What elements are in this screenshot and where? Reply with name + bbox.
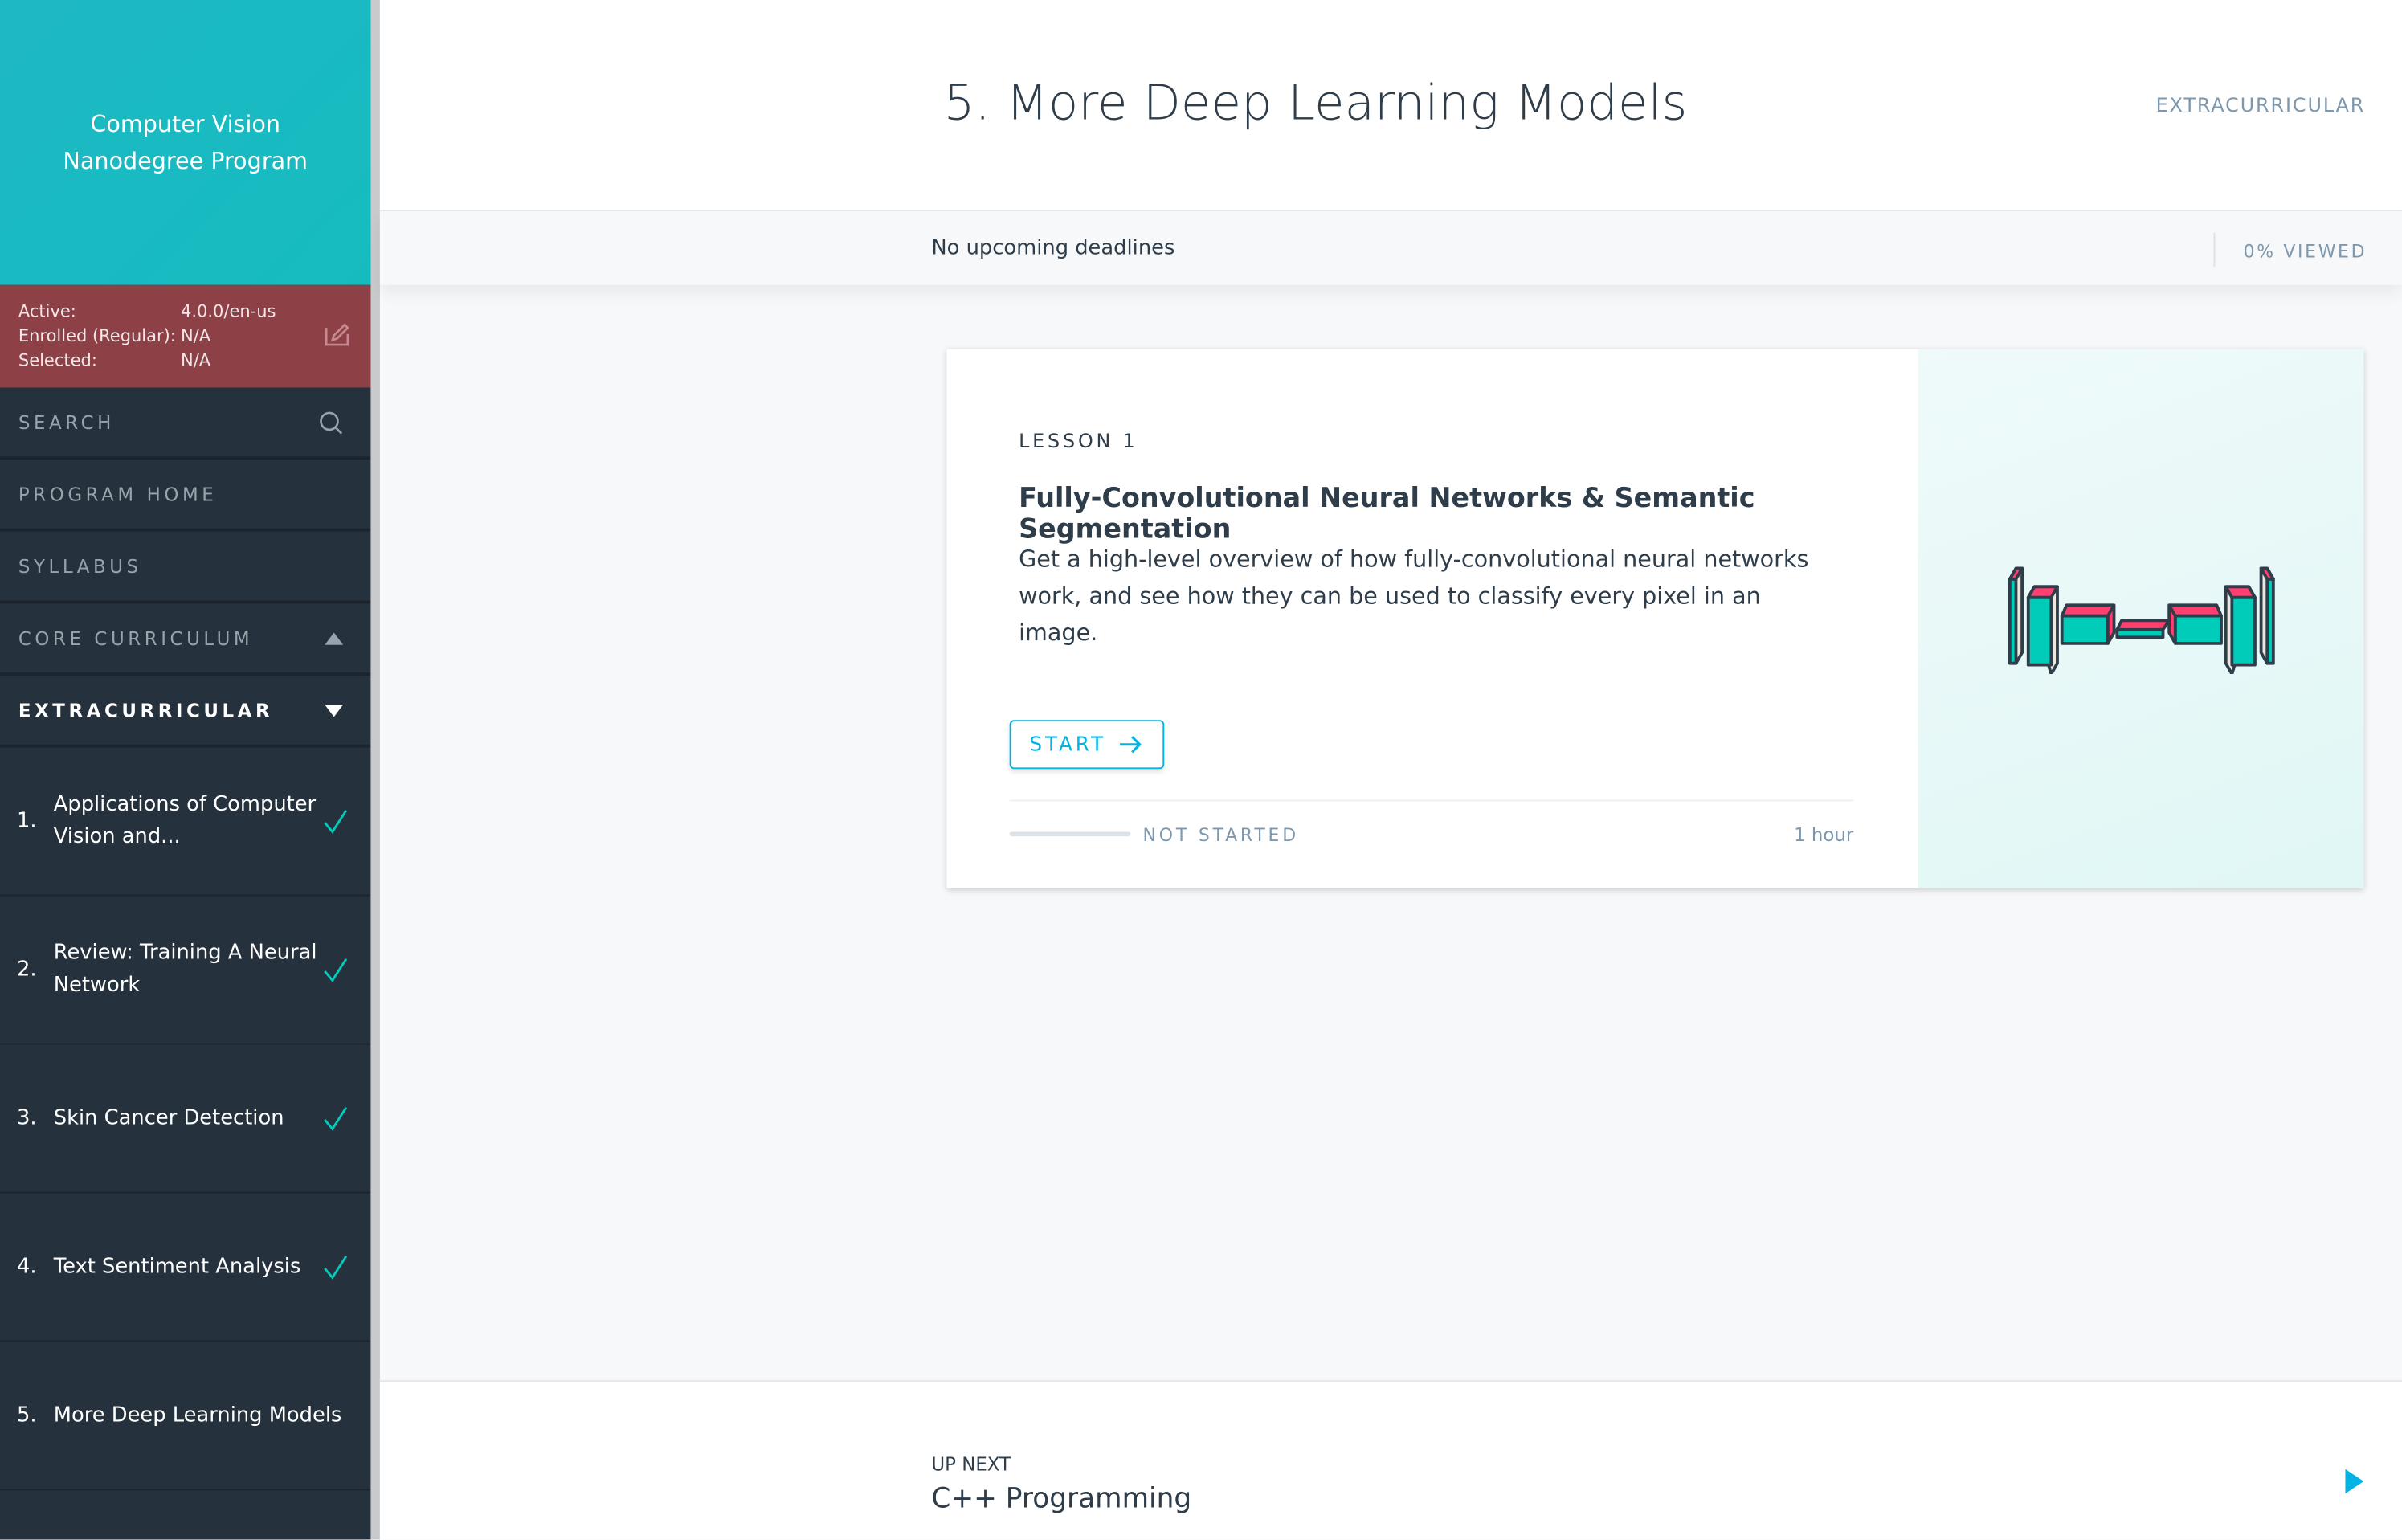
nav-program-home[interactable]: PROGRAM HOME xyxy=(0,460,371,532)
status-bar: No upcoming deadlines 0% VIEWED xyxy=(379,211,2402,285)
sidebar-scrollbar[interactable] xyxy=(370,0,380,1540)
lesson-number: 3. xyxy=(16,1105,37,1130)
edit-icon[interactable] xyxy=(325,321,349,346)
nav-extracurricular[interactable]: EXTRACURRICULAR xyxy=(0,676,371,748)
arrow-right-icon xyxy=(1120,736,1142,754)
up-next-label: UP NEXT xyxy=(931,1453,1011,1476)
start-label: START xyxy=(1029,733,1106,757)
lesson-number: 2. xyxy=(16,956,37,982)
check-icon xyxy=(324,1106,348,1131)
lesson-title: Applications of Computer Vision and... xyxy=(53,791,317,849)
main-content: 5. More Deep Learning Models EXTRACURRIC… xyxy=(379,0,2402,1540)
lesson-number: 1. xyxy=(16,807,37,833)
nav-label: PROGRAM HOME xyxy=(18,483,218,505)
env-key: Selected: xyxy=(18,350,97,371)
nav-label: EXTRACURRICULAR xyxy=(18,699,274,721)
nav-label: CORE CURRICULUM xyxy=(18,627,254,649)
lesson-title: More Deep Learning Models xyxy=(53,1402,342,1428)
program-subtitle: Nanodegree Program xyxy=(63,147,308,175)
sidebar-lesson-item[interactable]: 1. Applications of Computer Vision and... xyxy=(0,748,371,897)
sidebar-lesson-item[interactable]: 2. Review: Training A Neural Network xyxy=(0,897,371,1045)
lesson-title: Review: Training A Neural Network xyxy=(53,940,317,998)
lesson-status: NOT STARTED xyxy=(1142,823,1299,846)
env-value: 4.0.0/en-us xyxy=(181,301,276,322)
search-icon[interactable] xyxy=(319,410,344,435)
search-nav[interactable]: SEARCH xyxy=(0,387,371,460)
lesson-label: LESSON 1 xyxy=(1019,428,1138,452)
lesson-illustration xyxy=(1918,349,2364,889)
lesson-title[interactable]: Fully-Convolutional Neural Networks & Se… xyxy=(1019,484,1918,545)
check-icon xyxy=(324,1255,348,1280)
network-diagram-icon xyxy=(2007,566,2274,675)
env-key: Active: xyxy=(18,301,76,322)
caret-up-icon xyxy=(325,631,344,644)
divider xyxy=(2213,232,2216,267)
page-title: 5. More Deep Learning Models xyxy=(943,73,1688,132)
lesson-title: Skin Cancer Detection xyxy=(53,1105,284,1130)
divider xyxy=(1009,799,1854,802)
program-title: Computer Vision xyxy=(90,110,281,138)
env-key: Enrolled (Regular): xyxy=(18,326,176,346)
caret-down-icon xyxy=(325,704,344,717)
next-title[interactable]: C++ Programming xyxy=(931,1483,1191,1515)
lesson-number: 4. xyxy=(16,1253,37,1279)
deadlines-text: No upcoming deadlines xyxy=(931,235,1175,261)
lesson-duration: 1 hour xyxy=(1794,823,1854,846)
sidebar-lesson-item[interactable]: 4. Text Sentiment Analysis xyxy=(0,1193,371,1342)
section-tag: EXTRACURRICULAR xyxy=(2155,93,2366,116)
nav-label: SYLLABUS xyxy=(18,555,142,577)
viewed-percent: 0% VIEWED xyxy=(2243,240,2367,263)
environment-info: Active: 4.0.0/en-us Enrolled (Regular): N/… xyxy=(0,284,371,388)
lesson-description: Get a high-level overview of how fully-c… xyxy=(1019,545,1809,647)
up-next-footer[interactable]: UP NEXT C++ Programming xyxy=(379,1380,2402,1540)
progress-bar xyxy=(1009,831,1131,837)
nav-syllabus[interactable]: SYLLABUS xyxy=(0,532,371,604)
lesson-card: LESSON 1 Fully-Convolutional Neural Netw… xyxy=(946,349,2364,889)
sidebar-lesson-item[interactable]: 5. More Deep Learning Models xyxy=(0,1342,371,1491)
sidebar: Computer Vision Nanodegree Program Active… xyxy=(0,0,371,1540)
check-icon xyxy=(324,958,348,982)
check-icon xyxy=(324,809,348,834)
sidebar-lesson-item[interactable]: 3. Skin Cancer Detection xyxy=(0,1045,371,1194)
play-next-icon[interactable] xyxy=(2345,1469,2364,1494)
search-label: SEARCH xyxy=(18,411,115,433)
nav-core-curriculum[interactable]: CORE CURRICULUM xyxy=(0,603,371,676)
page-header: 5. More Deep Learning Models EXTRACURRIC… xyxy=(379,0,2402,212)
env-value: N/A xyxy=(181,326,211,346)
env-value: N/A xyxy=(181,350,211,371)
lesson-title: Text Sentiment Analysis xyxy=(53,1253,301,1279)
program-header[interactable]: Computer Vision Nanodegree Program xyxy=(0,0,371,285)
start-button[interactable]: START xyxy=(1009,720,1165,770)
lesson-number: 5. xyxy=(16,1402,37,1428)
